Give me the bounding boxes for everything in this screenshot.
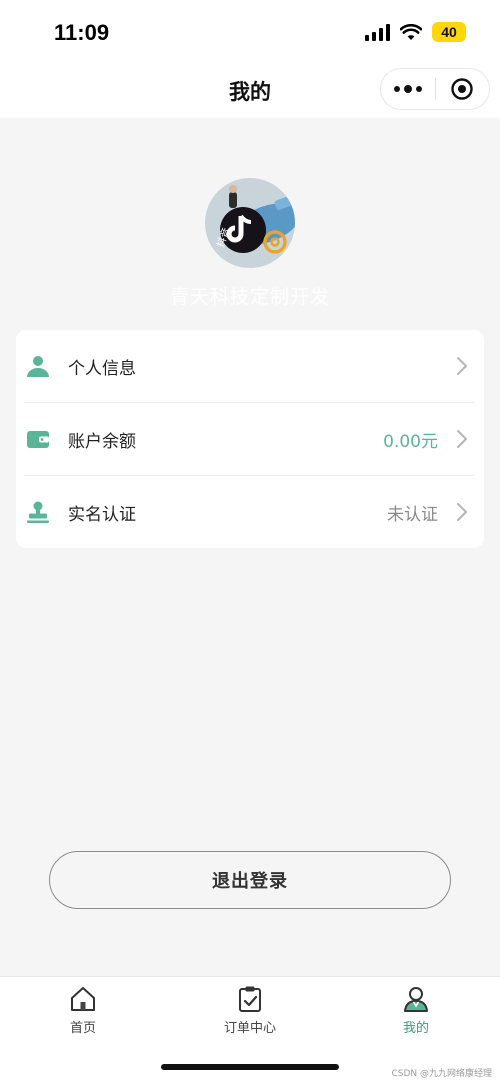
tab-home[interactable]: 首页 xyxy=(23,985,143,1036)
home-icon xyxy=(71,987,95,1011)
status-indicators: 40 xyxy=(365,22,466,42)
close-mini-program-button[interactable] xyxy=(436,69,490,109)
verification-status: 未认证 xyxy=(387,505,438,525)
chevron-right-icon xyxy=(457,430,467,448)
menu-item-personal-info[interactable]: 个人信息 xyxy=(16,330,484,402)
navigation-bar: 我的 xyxy=(0,62,500,118)
tab-orders[interactable]: 订单中心 xyxy=(190,985,310,1036)
mini-program-capsule xyxy=(380,68,490,110)
more-options-button[interactable] xyxy=(381,69,435,109)
menu-item-label: 实名认证 xyxy=(68,505,136,525)
username: 青天科技定制开发 xyxy=(169,286,330,308)
chevron-right-icon xyxy=(457,357,467,375)
stamp-icon xyxy=(27,501,49,523)
menu-item-balance[interactable]: 账户余额 0.00元 xyxy=(16,403,484,475)
status-bar: 11:09 40 xyxy=(0,0,500,62)
clipboard-check-icon xyxy=(239,986,261,1012)
person-icon xyxy=(404,987,428,1012)
wallet-icon xyxy=(27,431,49,448)
tab-label: 首页 xyxy=(69,1021,96,1036)
balance-value: 0.00元 xyxy=(383,432,438,452)
user-icon xyxy=(27,356,49,377)
menu-item-verification[interactable]: 实名认证 未认证 xyxy=(16,476,484,548)
watermark: CSDN @九九网络康经理 xyxy=(391,1069,492,1079)
cellular-signal-icon xyxy=(365,23,390,41)
logout-button[interactable]: 退出登录 xyxy=(49,851,451,909)
tab-mine[interactable]: 我的 xyxy=(356,985,476,1036)
status-time: 11:09 xyxy=(54,20,110,45)
wifi-icon xyxy=(400,23,422,40)
menu-item-label: 个人信息 xyxy=(68,359,136,379)
chevron-right-icon xyxy=(457,503,467,521)
tab-label: 我的 xyxy=(402,1021,429,1036)
target-circle-icon xyxy=(451,78,473,100)
avatar-image: 抖音 xyxy=(205,178,295,268)
home-indicator xyxy=(161,1064,339,1070)
avatar[interactable]: 抖音 xyxy=(205,178,295,268)
menu-item-label: 账户余额 xyxy=(68,432,136,452)
battery-indicator: 40 xyxy=(432,22,466,42)
menu-card: 个人信息 账户余额 0.00元 实名认证 未认证 xyxy=(16,330,484,548)
tab-label: 订单中心 xyxy=(223,1021,276,1036)
